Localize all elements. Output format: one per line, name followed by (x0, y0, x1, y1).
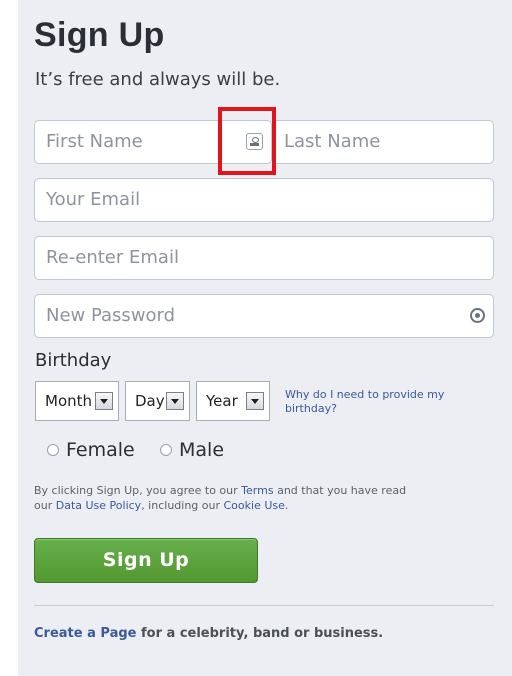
male-label[interactable]: Male (179, 439, 224, 461)
terms-text: By clicking Sign Up, you agree to our Te… (34, 483, 414, 513)
year-select[interactable]: Year (196, 381, 270, 421)
page-subtitle: It’s free and always will be. (35, 69, 281, 90)
highlight-box (218, 107, 276, 175)
password-strength-icon[interactable] (470, 308, 485, 323)
chevron-down-icon[interactable] (95, 392, 113, 410)
last-name-placeholder: Last Name (284, 131, 381, 152)
password-placeholder: New Password (46, 305, 176, 326)
reenter-email-input[interactable]: Re-enter Email (34, 236, 494, 280)
birthday-label: Birthday (35, 350, 112, 371)
terms-text-part: By clicking Sign Up, you agree to our (34, 484, 242, 497)
day-select-value: Day (135, 392, 165, 410)
create-page-text: for a celebrity, band or business. (136, 626, 384, 641)
terms-text-part: , including our (141, 499, 224, 512)
male-radio[interactable] (160, 444, 172, 456)
why-birthday-link[interactable]: Why do I need to provide my birthday? (285, 388, 485, 416)
data-use-policy-link[interactable]: Data Use Policy (56, 499, 141, 512)
create-page-link[interactable]: Create a Page (34, 626, 136, 641)
email-input[interactable]: Your Email (34, 178, 494, 222)
chevron-down-icon[interactable] (246, 392, 264, 410)
month-select-value: Month (45, 392, 93, 410)
chevron-down-icon[interactable] (166, 392, 184, 410)
password-input[interactable]: New Password (34, 294, 494, 338)
female-radio[interactable] (47, 444, 59, 456)
sign-up-button[interactable]: Sign Up (34, 538, 258, 583)
year-select-value: Year (206, 392, 238, 410)
month-select[interactable]: Month (35, 381, 119, 421)
create-page-footer: Create a Page for a celebrity, band or b… (34, 626, 383, 641)
first-name-placeholder: First Name (46, 131, 143, 152)
last-name-input[interactable]: Last Name (272, 120, 494, 164)
day-select[interactable]: Day (125, 381, 190, 421)
female-label[interactable]: Female (66, 439, 135, 461)
cookie-use-link[interactable]: Cookie Use (224, 499, 285, 512)
divider (34, 605, 494, 606)
terms-text-part: . (284, 499, 289, 512)
page-title: Sign Up (34, 16, 165, 54)
terms-link[interactable]: Terms (241, 484, 273, 497)
reenter-email-placeholder: Re-enter Email (46, 247, 179, 268)
email-placeholder: Your Email (46, 189, 141, 210)
